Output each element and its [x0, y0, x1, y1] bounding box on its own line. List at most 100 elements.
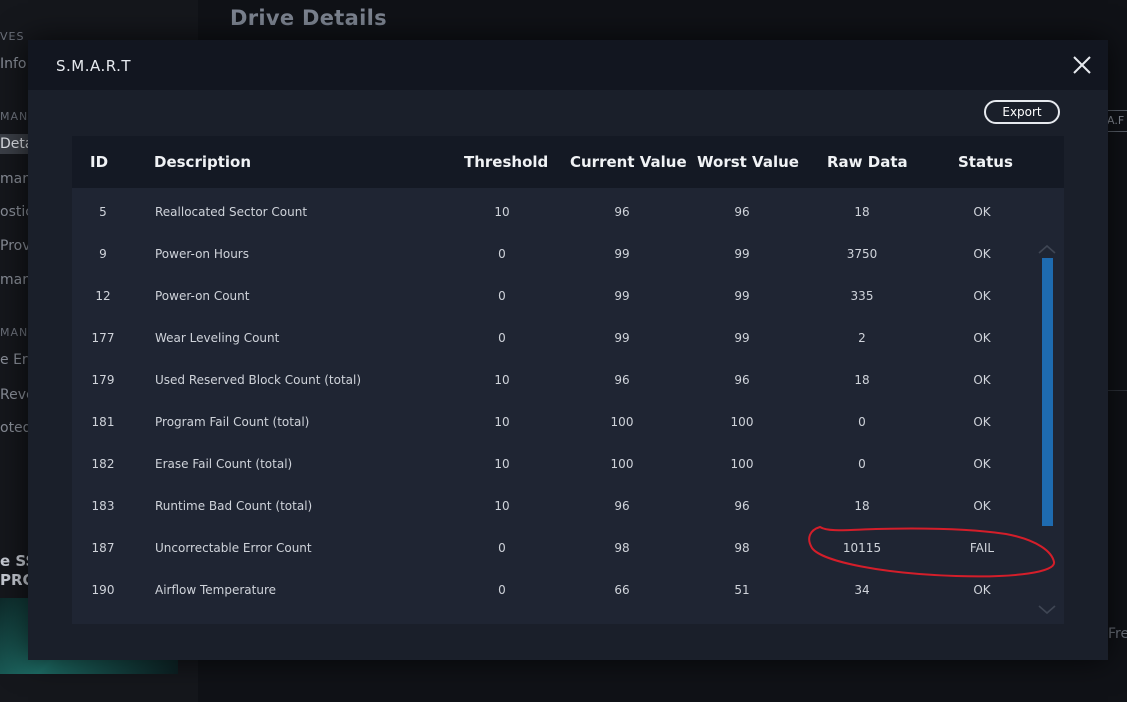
table-row: 190 Airflow Temperature 0 66 51 34 OK	[72, 569, 1064, 611]
sidebar-item[interactable]: Prov	[0, 238, 31, 254]
cell-description: Runtime Bad Count (total)	[155, 499, 313, 513]
cell-description: Wear Leveling Count	[155, 331, 280, 345]
smart-table: ID Description Threshold Current Value W…	[72, 136, 1064, 624]
scroll-down-button[interactable]	[1037, 601, 1057, 615]
cell-id: 179	[91, 373, 115, 387]
cell-threshold: 10	[494, 499, 510, 513]
cell-status: OK	[973, 247, 991, 261]
cell-worst-value: 96	[734, 373, 750, 387]
sidebar-item[interactable]: mar	[0, 272, 28, 288]
scroll-up-button[interactable]	[1037, 240, 1057, 254]
sidebar-section-label: VES	[0, 30, 25, 43]
cell-id: 5	[99, 205, 107, 219]
cell-current-value: 100	[610, 457, 634, 471]
cell-current-value: 100	[610, 415, 634, 429]
cell-id: 177	[91, 331, 115, 345]
cell-threshold: 0	[498, 541, 506, 555]
cell-raw-data: 0	[858, 457, 866, 471]
cell-description: Power-on Hours	[155, 247, 249, 261]
cell-status: OK	[973, 373, 991, 387]
table-row: 187 Uncorrectable Error Count 0 98 98 10…	[72, 527, 1064, 569]
background-divider	[1108, 390, 1127, 391]
cell-raw-data: 2	[858, 331, 866, 345]
cell-current-value: 99	[614, 331, 630, 345]
sidebar-item[interactable]: Info	[0, 56, 27, 72]
cell-raw-data: 335	[850, 289, 874, 303]
cell-worst-value: 98	[734, 541, 750, 555]
cell-description: Power-on Count	[155, 289, 250, 303]
column-header-current-value: Current Value	[570, 153, 687, 171]
cell-current-value: 98	[614, 541, 630, 555]
cell-current-value: 96	[614, 373, 630, 387]
cell-description: Airflow Temperature	[155, 583, 277, 597]
scrollbar-thumb[interactable]	[1042, 258, 1053, 526]
cell-status: OK	[973, 583, 991, 597]
cell-id: 183	[91, 499, 115, 513]
cell-status: OK	[973, 457, 991, 471]
cell-threshold: 10	[494, 415, 510, 429]
cell-worst-value: 100	[730, 457, 754, 471]
close-icon	[1073, 56, 1091, 74]
table-row: 177 Wear Leveling Count 0 99 99 2 OK	[72, 317, 1064, 359]
column-header-worst-value: Worst Value	[697, 153, 799, 171]
cell-raw-data: 18	[854, 205, 870, 219]
cell-raw-data: 0	[858, 415, 866, 429]
cell-worst-value: 99	[734, 331, 750, 345]
table-row: 9 Power-on Hours 0 99 99 3750 OK	[72, 233, 1064, 275]
cell-raw-data: 10115	[842, 541, 882, 555]
cell-description: Used Reserved Block Count (total)	[155, 373, 362, 387]
cell-current-value: 66	[614, 583, 630, 597]
cell-threshold: 10	[494, 457, 510, 471]
chevron-up-icon	[1038, 244, 1056, 254]
cell-description: Erase Fail Count (total)	[155, 457, 293, 471]
cell-status: OK	[973, 205, 991, 219]
cell-status: OK	[973, 415, 991, 429]
column-header-description: Description	[154, 153, 252, 171]
smart-dialog: S.M.A.R.T Export ID Description Threshol…	[28, 40, 1108, 660]
table-body: 5 Reallocated Sector Count 10 96 96 18 O…	[72, 191, 1064, 611]
cell-raw-data: 18	[854, 373, 870, 387]
export-button[interactable]: Export	[984, 100, 1060, 124]
cell-status: OK	[973, 289, 991, 303]
cell-description: Program Fail Count (total)	[155, 415, 310, 429]
cell-id: 190	[91, 583, 115, 597]
cell-raw-data: 34	[854, 583, 870, 597]
table-row: 5 Reallocated Sector Count 10 96 96 18 O…	[72, 191, 1064, 233]
cell-worst-value: 96	[734, 205, 750, 219]
cell-worst-value: 51	[734, 583, 750, 597]
sidebar-item[interactable]: oted	[0, 420, 32, 436]
cell-status: FAIL	[969, 541, 995, 555]
cell-worst-value: 100	[730, 415, 754, 429]
cell-worst-value: 99	[734, 289, 750, 303]
column-header-threshold: Threshold	[464, 153, 549, 171]
cell-threshold: 0	[498, 331, 506, 345]
table-row: 12 Power-on Count 0 99 99 335 OK	[72, 275, 1064, 317]
cell-worst-value: 99	[734, 247, 750, 261]
cell-status: OK	[973, 331, 991, 345]
cell-current-value: 96	[614, 499, 630, 513]
cell-description: Reallocated Sector Count	[155, 205, 308, 219]
cell-id: 182	[91, 457, 115, 471]
cell-threshold: 10	[494, 373, 510, 387]
dialog-title: S.M.A.R.T	[56, 57, 132, 75]
cell-description: Uncorrectable Error Count	[155, 541, 312, 555]
column-header-status: Status	[958, 153, 1013, 171]
cell-raw-data: 3750	[846, 247, 878, 261]
close-button[interactable]	[1070, 53, 1094, 77]
background-tab[interactable]: A.F	[1106, 110, 1127, 132]
column-header-id: ID	[90, 153, 109, 171]
cell-id: 9	[99, 247, 107, 261]
cell-threshold: 0	[498, 247, 506, 261]
cell-current-value: 99	[614, 289, 630, 303]
table-row: 182 Erase Fail Count (total) 10 100 100 …	[72, 443, 1064, 485]
sidebar-item[interactable]: mar	[0, 171, 28, 187]
table-row: 179 Used Reserved Block Count (total) 10…	[72, 359, 1064, 401]
column-header-raw-data: Raw Data	[827, 153, 908, 171]
chevron-down-icon	[1038, 605, 1056, 615]
cell-threshold: 0	[498, 583, 506, 597]
table-header: ID Description Threshold Current Value W…	[72, 136, 1064, 188]
cell-id: 12	[95, 289, 111, 303]
dialog-header: S.M.A.R.T	[28, 40, 1108, 90]
cell-threshold: 0	[498, 289, 506, 303]
cell-threshold: 10	[494, 205, 510, 219]
